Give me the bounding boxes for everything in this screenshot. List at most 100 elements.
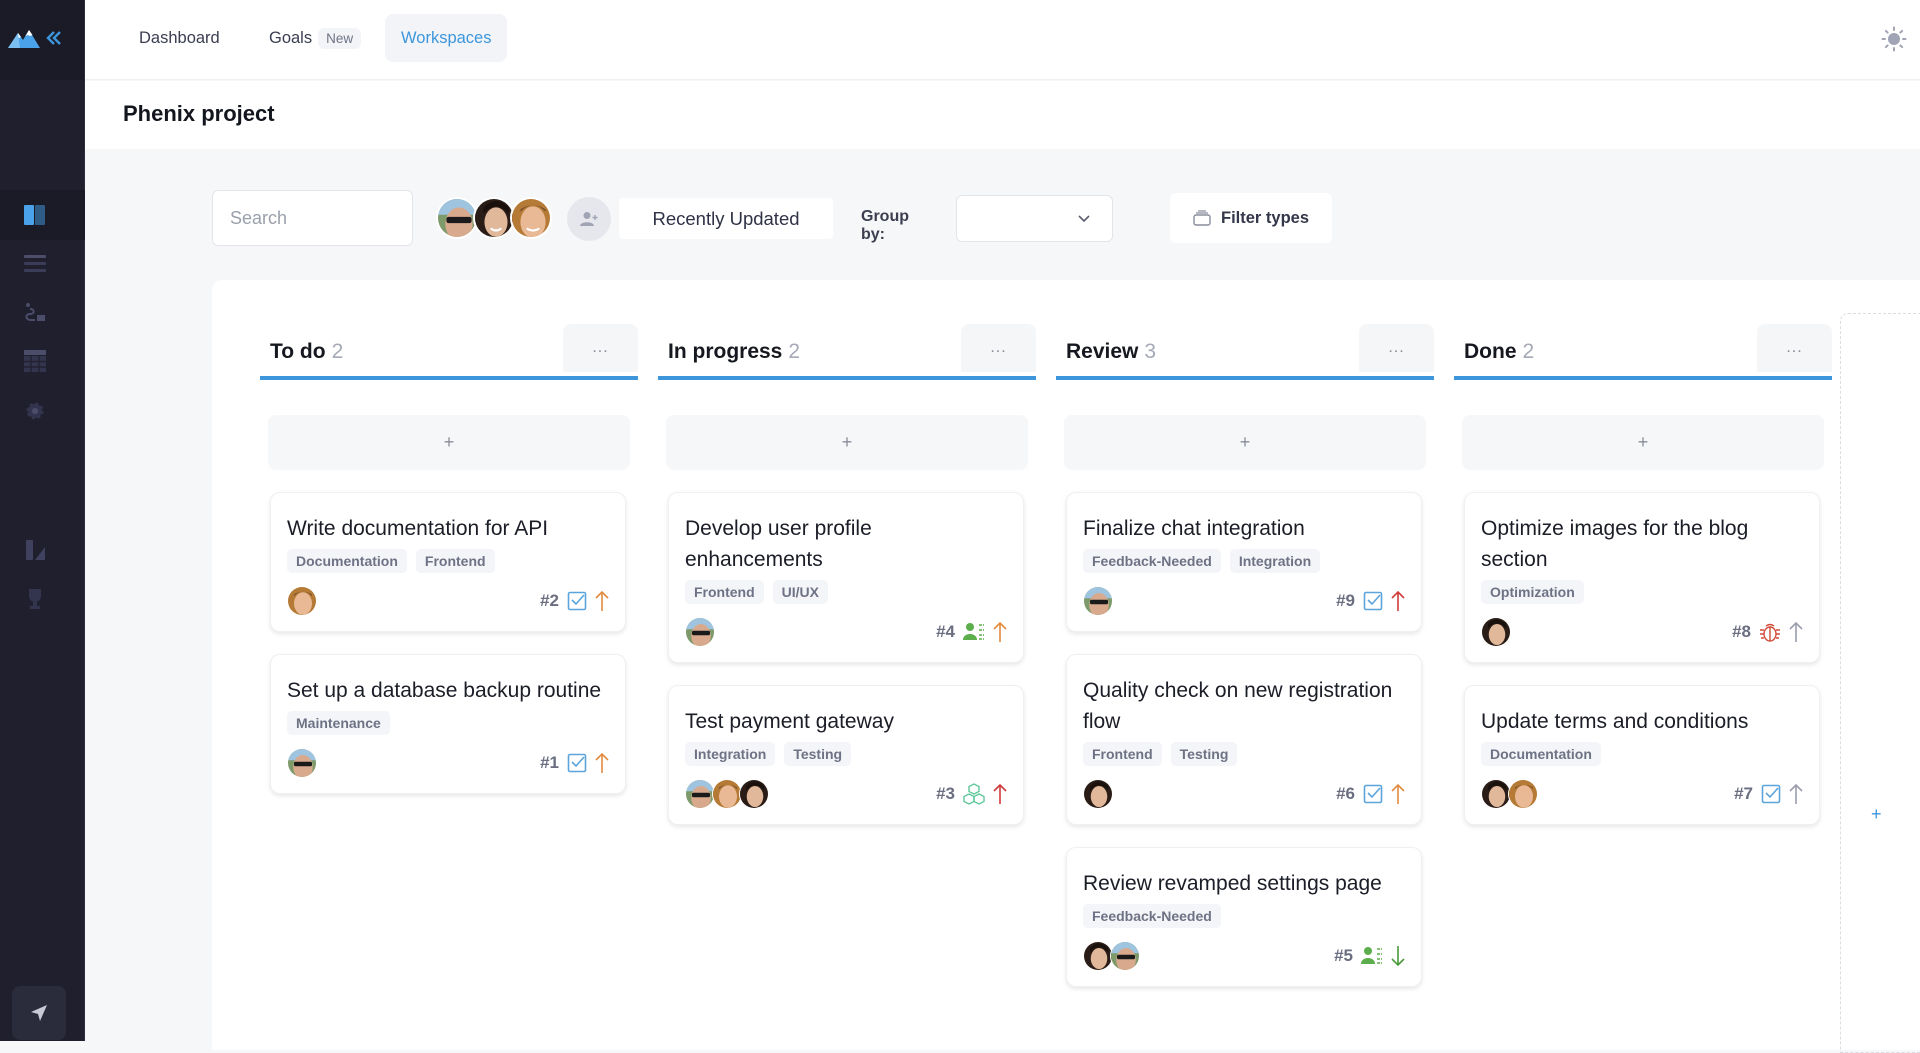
sidebar bbox=[0, 0, 85, 1041]
kanban-board-icon bbox=[24, 205, 45, 225]
sidebar-item-board[interactable] bbox=[22, 202, 48, 228]
column-menu-button[interactable]: ... bbox=[563, 324, 638, 372]
add-column-button[interactable]: + bbox=[1871, 804, 1882, 825]
assignee-avatar[interactable] bbox=[685, 779, 715, 809]
tag-label[interactable]: Frontend bbox=[1083, 742, 1162, 766]
task-type-icon bbox=[1363, 591, 1383, 611]
task-card[interactable]: Review revamped settings page Feedback-Ne… bbox=[1066, 847, 1422, 987]
assignee-avatar[interactable] bbox=[685, 617, 715, 647]
priority-medium-arrow-icon bbox=[595, 590, 609, 611]
sidebar-item-roadmap[interactable] bbox=[22, 300, 48, 326]
card-meta: #2 bbox=[540, 590, 609, 612]
nav-workspaces[interactable]: Workspaces bbox=[385, 14, 508, 62]
add-card-button[interactable]: + bbox=[268, 415, 630, 470]
card-footer: #2 bbox=[287, 585, 609, 617]
column-count: 2 bbox=[788, 340, 801, 363]
task-card[interactable]: Finalize chat integration Feedback-Needed… bbox=[1066, 492, 1422, 632]
assignee-avatar[interactable] bbox=[1508, 779, 1538, 809]
member-avatar[interactable] bbox=[436, 197, 478, 239]
gear-icon bbox=[26, 402, 44, 420]
assignee-avatar[interactable] bbox=[1481, 779, 1511, 809]
task-card[interactable]: Test payment gateway Integration Testing #3 bbox=[668, 685, 1024, 825]
tag-label[interactable]: Testing bbox=[1170, 742, 1238, 766]
bug-type-icon bbox=[1760, 623, 1780, 642]
task-card[interactable]: Optimize images for the blog section Opti… bbox=[1464, 492, 1820, 663]
nav-goals[interactable]: Goals New bbox=[253, 14, 377, 62]
card-assignees bbox=[1481, 779, 1538, 809]
priority-medium-arrow-icon bbox=[595, 752, 609, 773]
sort-button[interactable]: Recently Updated bbox=[619, 198, 833, 239]
column-count: 2 bbox=[1522, 340, 1535, 363]
tag-label[interactable]: Integration bbox=[1229, 549, 1321, 573]
nav-dashboard[interactable]: Dashboard bbox=[123, 14, 236, 62]
search-input[interactable] bbox=[212, 190, 413, 246]
tag-label[interactable]: UI/UX bbox=[772, 580, 828, 604]
sidebar-item-table[interactable] bbox=[22, 348, 48, 374]
task-card[interactable]: Develop user profile enhancements Fronten… bbox=[668, 492, 1024, 663]
tag-label[interactable]: Testing bbox=[784, 742, 852, 766]
sidebar-item-list[interactable] bbox=[22, 250, 48, 276]
add-column-area[interactable]: + bbox=[1840, 313, 1920, 1053]
card-id: #4 bbox=[936, 622, 955, 641]
double-chevron-left-icon[interactable] bbox=[44, 28, 64, 53]
card-meta: #6 bbox=[1336, 783, 1405, 805]
tag-label[interactable]: Frontend bbox=[685, 580, 764, 604]
assignee-avatar[interactable] bbox=[739, 779, 769, 809]
card-footer: #6 bbox=[1083, 778, 1405, 810]
card-id: #5 bbox=[1334, 946, 1353, 965]
card-meta: #8 bbox=[1732, 621, 1803, 643]
tag-label[interactable]: Documentation bbox=[287, 549, 407, 573]
assignee-avatar[interactable] bbox=[1083, 586, 1113, 616]
tag-label[interactable]: Integration bbox=[685, 742, 776, 766]
page-title: Phenix project bbox=[123, 101, 275, 126]
column-menu-button[interactable]: ... bbox=[1359, 324, 1434, 372]
assignee-avatar[interactable] bbox=[1083, 779, 1113, 809]
new-badge: New bbox=[318, 27, 362, 49]
sidebar-item-reports[interactable] bbox=[22, 537, 48, 563]
chart-icon bbox=[26, 540, 45, 560]
filter-types-button[interactable]: Filter types bbox=[1170, 193, 1332, 243]
column-menu-button[interactable]: ... bbox=[1757, 324, 1832, 372]
task-type-icon bbox=[567, 591, 587, 611]
assignee-avatar[interactable] bbox=[287, 586, 317, 616]
assignee-avatar[interactable] bbox=[1481, 617, 1511, 647]
sidebar-item-settings[interactable] bbox=[22, 398, 48, 424]
theme-toggle-button[interactable] bbox=[1881, 26, 1907, 52]
assignee-avatar[interactable] bbox=[287, 748, 317, 778]
card-footer: #5 bbox=[1083, 940, 1405, 972]
member-avatar[interactable] bbox=[510, 197, 552, 239]
add-card-button[interactable]: + bbox=[1064, 415, 1426, 470]
card-title: Set up a database backup routine bbox=[287, 679, 602, 702]
column-title: To do 2 bbox=[270, 340, 343, 364]
add-card-button[interactable]: + bbox=[1462, 415, 1824, 470]
assignee-avatar[interactable] bbox=[1110, 941, 1140, 971]
card-title: Develop user profile enhancements bbox=[685, 517, 872, 571]
add-card-button[interactable]: + bbox=[666, 415, 1028, 470]
tag-label[interactable]: Optimization bbox=[1481, 580, 1584, 604]
trophy-icon bbox=[29, 589, 41, 609]
add-user-icon bbox=[580, 212, 598, 226]
tag-label[interactable]: Feedback-Needed bbox=[1083, 549, 1221, 573]
list-icon bbox=[24, 255, 46, 272]
tag-label[interactable]: Feedback-Needed bbox=[1083, 904, 1221, 928]
task-card[interactable]: Quality check on new registration flow Fr… bbox=[1066, 654, 1422, 825]
mountain-logo-icon[interactable] bbox=[8, 27, 40, 54]
column-menu-button[interactable]: ... bbox=[961, 324, 1036, 372]
send-feedback-button[interactable] bbox=[12, 986, 66, 1040]
kanban-board: + To do 2... + Write documentation for API D… bbox=[212, 280, 1920, 1053]
assignee-avatar[interactable] bbox=[712, 779, 742, 809]
group-by-select[interactable] bbox=[956, 195, 1113, 242]
sidebar-item-achievements[interactable] bbox=[22, 586, 48, 612]
task-card[interactable]: Write documentation for API Documentation… bbox=[270, 492, 626, 632]
assignee-avatar[interactable] bbox=[1083, 941, 1113, 971]
card-assignees bbox=[1083, 779, 1113, 809]
tag-label[interactable]: Frontend bbox=[415, 549, 495, 573]
column-header: To do 2... bbox=[260, 324, 638, 380]
task-card[interactable]: Update terms and conditions Documentation… bbox=[1464, 685, 1820, 825]
column-header: Review 3... bbox=[1056, 324, 1434, 380]
add-member-button[interactable] bbox=[567, 197, 611, 241]
member-avatar[interactable] bbox=[473, 197, 515, 239]
tag-label[interactable]: Maintenance bbox=[287, 711, 390, 735]
tag-label[interactable]: Documentation bbox=[1481, 742, 1601, 766]
task-card[interactable]: Set up a database backup routine Maintena… bbox=[270, 654, 626, 794]
